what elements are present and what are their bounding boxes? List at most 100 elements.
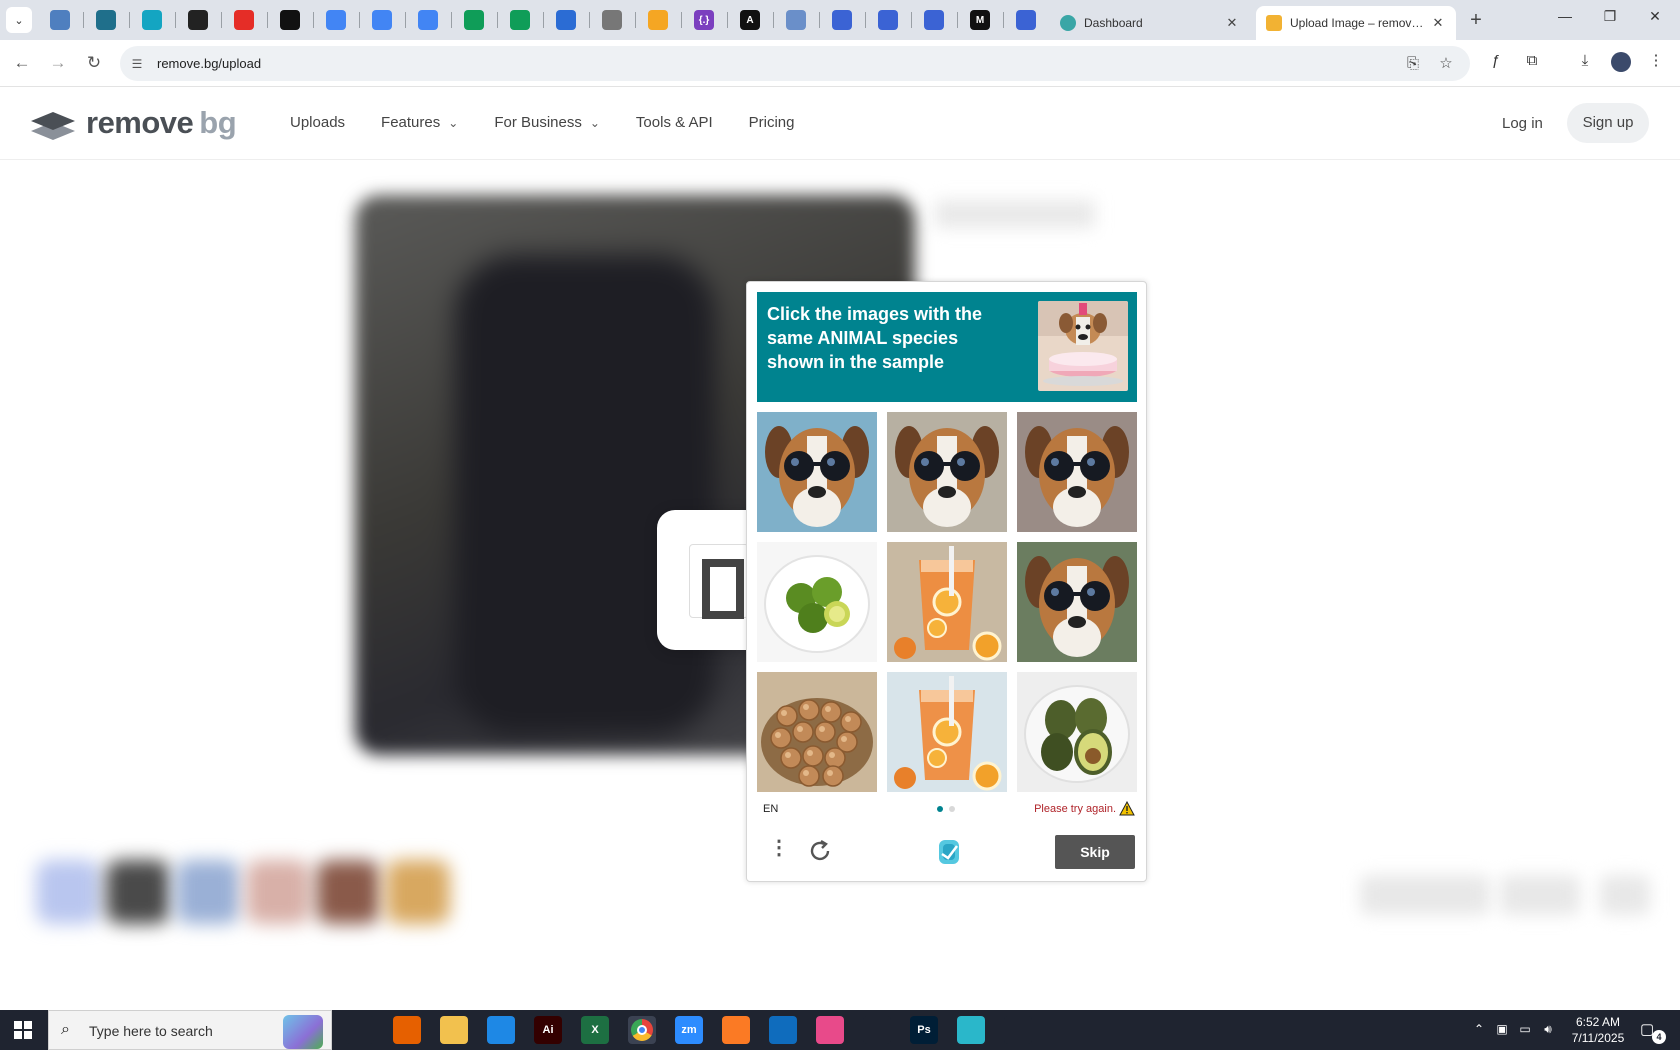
volume-icon[interactable]: 🔊︎ xyxy=(1540,1022,1556,1037)
tray-overflow-icon[interactable]: ⌃ xyxy=(1471,1022,1487,1036)
vpn-shield-icon[interactable] xyxy=(96,10,116,30)
skip-button[interactable]: Skip xyxy=(1055,835,1135,869)
globe-icon[interactable] xyxy=(602,10,622,30)
nav-uploads[interactable]: Uploads xyxy=(290,114,345,131)
url-text[interactable]: remove.bg/upload xyxy=(157,56,261,71)
close-tab-icon[interactable]: ✕ xyxy=(1430,15,1446,31)
captcha-tile-dog-with-sunglasses[interactable] xyxy=(757,412,877,532)
signup-button[interactable]: Sign up xyxy=(1567,103,1649,143)
extensions-puzzle-icon[interactable]: ⧉ xyxy=(1521,50,1543,72)
nav-tools-api[interactable]: Tools & API xyxy=(636,114,713,131)
refresh-icon[interactable] xyxy=(807,838,833,864)
windows-start-icon[interactable] xyxy=(14,1021,32,1039)
nav-label: For Business xyxy=(494,114,582,131)
nav-for-business[interactable]: For Business ⌄ xyxy=(494,114,600,131)
illustrator-icon[interactable]: Ai xyxy=(534,1016,562,1044)
bolt-icon[interactable] xyxy=(280,10,300,30)
forms-icon[interactable] xyxy=(832,10,852,30)
captcha-tile-limes-on-plate[interactable] xyxy=(757,542,877,662)
search-icon: ⌕ xyxy=(61,1021,70,1038)
back-icon[interactable]: ← xyxy=(11,52,33,74)
nav-label: Features xyxy=(381,114,441,131)
windows-taskbar: ⌕ Type here to search Ai Xzm Ps ⌃ ▣ ▭ 🔊︎ 6… xyxy=(0,1010,1680,1050)
tab-separator xyxy=(267,12,268,28)
tab-separator xyxy=(359,12,360,28)
nav-pricing[interactable]: Pricing xyxy=(749,114,795,131)
task-view-icon[interactable] xyxy=(346,1016,374,1044)
captcha-tile-iced-tea[interactable] xyxy=(887,542,1007,662)
google-sheets-icon[interactable] xyxy=(464,10,484,30)
forward-icon[interactable]: → xyxy=(47,52,69,74)
profile-avatar[interactable] xyxy=(1611,52,1631,72)
language-selector[interactable]: EN xyxy=(763,803,778,815)
tab-separator xyxy=(635,12,636,28)
v-shape-icon[interactable] xyxy=(648,10,668,30)
outlook-icon[interactable] xyxy=(769,1016,797,1044)
xampp-icon[interactable] xyxy=(722,1016,750,1044)
google-sheets-icon[interactable] xyxy=(510,10,530,30)
medium-icon[interactable]: M xyxy=(970,10,990,30)
install-app-icon[interactable]: ⎘ xyxy=(1403,54,1423,74)
system-clock[interactable]: 6:52 AM 7/11/2025 xyxy=(1568,1014,1628,1046)
chrome-icon[interactable] xyxy=(628,1016,656,1044)
bookmark-star-icon[interactable]: ☆ xyxy=(1436,54,1456,74)
captcha-tile-dog-with-sunglasses[interactable] xyxy=(887,412,1007,532)
ms-blue-icon[interactable] xyxy=(556,10,576,30)
tab-separator xyxy=(957,12,958,28)
openai-icon[interactable] xyxy=(188,10,208,30)
sketch-icon[interactable] xyxy=(957,1016,985,1044)
downloads-icon[interactable]: ⤓ xyxy=(1574,50,1596,72)
close-window-icon[interactable]: ✕ xyxy=(1635,8,1675,25)
pen-icon[interactable] xyxy=(863,1016,891,1044)
new-tab-icon[interactable]: + xyxy=(1466,10,1486,30)
globe-half-icon[interactable] xyxy=(50,10,70,30)
excel-icon[interactable]: X xyxy=(581,1016,609,1044)
braces-icon[interactable]: {.} xyxy=(694,10,714,30)
captcha-tile-avocados-on-plate[interactable] xyxy=(1017,672,1137,792)
site-info-icon[interactable]: ☰ xyxy=(128,55,146,73)
firefox-icon[interactable] xyxy=(393,1016,421,1044)
restore-icon[interactable]: ❐ xyxy=(1590,8,1630,25)
remove-bg-favicon-icon xyxy=(1266,15,1282,31)
teal-arrow-icon[interactable] xyxy=(142,10,162,30)
more-options-icon[interactable]: ⋮ xyxy=(769,838,789,858)
hcaptcha-logo-icon[interactable] xyxy=(933,836,965,868)
grid-blue-icon[interactable] xyxy=(786,10,806,30)
snipping-tool-icon[interactable] xyxy=(1004,1016,1032,1044)
close-tab-icon[interactable]: ✕ xyxy=(1224,15,1240,31)
paint-icon[interactable] xyxy=(816,1016,844,1044)
anthropic-icon[interactable]: A xyxy=(740,10,760,30)
address-bar[interactable]: ☰ remove.bg/upload ⎘ ☆ xyxy=(120,46,1470,81)
tab-remove-bg[interactable]: Upload Image – remove.bg ✕ xyxy=(1256,6,1456,40)
chrome-menu-icon[interactable]: ⋮ xyxy=(1645,50,1667,72)
photoshop-icon[interactable]: Ps xyxy=(910,1016,938,1044)
captcha-tile-iced-tea[interactable] xyxy=(887,672,1007,792)
tab-search-button[interactable]: ⌄ xyxy=(6,7,32,33)
login-link[interactable]: Log in xyxy=(1502,115,1543,132)
forms-icon[interactable] xyxy=(1016,10,1036,30)
zoom-icon[interactable]: zm xyxy=(675,1016,703,1044)
forms-icon[interactable] xyxy=(878,10,898,30)
tab-title: Dashboard xyxy=(1084,16,1143,30)
vscode-icon[interactable] xyxy=(487,1016,515,1044)
google-docs-icon[interactable] xyxy=(326,10,346,30)
reload-icon[interactable]: ↻ xyxy=(83,52,105,74)
blurred-thumbnail xyxy=(176,860,240,924)
tab-dashboard[interactable]: Dashboard ✕ xyxy=(1050,6,1250,40)
taskbar-search-box[interactable]: ⌕ Type here to search xyxy=(48,1010,332,1050)
network-icon[interactable]: ▭ xyxy=(1517,1022,1533,1036)
google-docs-icon[interactable] xyxy=(418,10,438,30)
nav-label: Uploads xyxy=(290,114,346,131)
google-docs-icon[interactable] xyxy=(372,10,392,30)
file-explorer-icon[interactable] xyxy=(440,1016,468,1044)
captcha-tile-dog-with-sunglasses[interactable] xyxy=(1017,542,1137,662)
remove-bg-logo[interactable]: remove bg xyxy=(30,105,237,141)
forms-icon[interactable] xyxy=(924,10,944,30)
minimize-icon[interactable]: — xyxy=(1545,8,1585,24)
captcha-tile-hazelnuts-in-bowl[interactable] xyxy=(757,672,877,792)
tray-app-icon[interactable]: ▣ xyxy=(1494,1022,1510,1036)
youtube-icon[interactable] xyxy=(234,10,254,30)
nav-features[interactable]: Features ⌄ xyxy=(381,114,458,131)
captcha-tile-dog-with-sunglasses[interactable] xyxy=(1017,412,1137,532)
extension-f-icon[interactable]: ƒ xyxy=(1485,50,1507,72)
